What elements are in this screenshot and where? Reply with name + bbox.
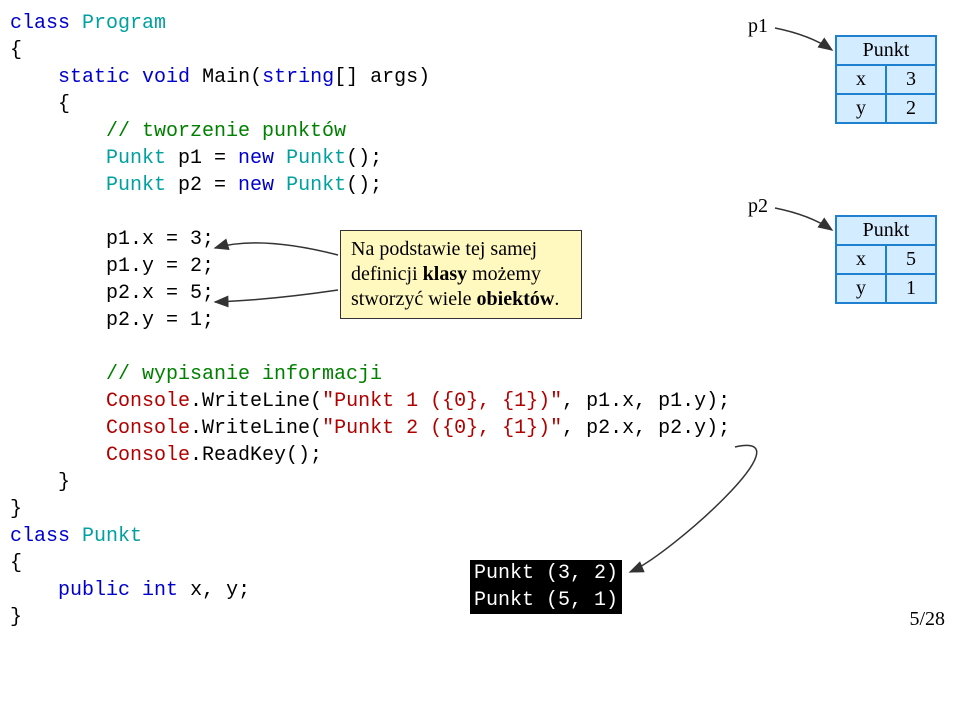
statement: p1.y = 2; [106, 255, 214, 278]
fields: x, y; [178, 579, 250, 602]
field-value: 5 [886, 245, 936, 274]
statement: p2.x = 5; [106, 282, 214, 305]
code-block: class Program { static void Main(string[… [10, 10, 950, 631]
console-output: Punkt (3, 2) Punkt (5, 1) [470, 560, 622, 614]
keyword: public [58, 579, 130, 602]
class-name: Punkt [286, 174, 346, 197]
console-class: Console [106, 390, 190, 413]
statement: p1.x = 3; [106, 228, 214, 251]
field-label: x [836, 65, 886, 94]
class-name: Punkt [106, 174, 166, 197]
object-p1: Punkt x3 y2 [835, 35, 937, 124]
class-name: Program [82, 12, 166, 35]
comment: // wypisanie informacji [106, 363, 382, 386]
page-number: 5/28 [909, 608, 945, 631]
object-title: Punkt [836, 216, 936, 245]
statement: p2.y = 1; [106, 309, 214, 332]
keyword: int [142, 579, 178, 602]
class-name: Punkt [106, 147, 166, 170]
string-literal: "Punkt 2 ({0}, {1})" [322, 417, 562, 440]
field-value: 2 [886, 94, 936, 123]
keyword: string [262, 66, 334, 89]
keyword: new [238, 147, 274, 170]
comment: // tworzenie punktów [106, 120, 346, 143]
class-name: Punkt [82, 525, 142, 548]
method-name: Main [202, 66, 250, 89]
p2-pointer-label: p2 [748, 195, 768, 218]
string-literal: "Punkt 1 ({0}, {1})" [322, 390, 562, 413]
p1-pointer-label: p1 [748, 15, 768, 38]
field-label: y [836, 94, 886, 123]
params: [] args) [334, 66, 430, 89]
console-class: Console [106, 444, 190, 467]
keyword: new [238, 174, 274, 197]
console-line: Punkt (3, 2) [474, 562, 618, 585]
object-title: Punkt [836, 36, 936, 65]
keyword: static [58, 66, 130, 89]
object-p2: Punkt x5 y1 [835, 215, 937, 304]
console-class: Console [106, 417, 190, 440]
field-label: x [836, 245, 886, 274]
class-name: Punkt [286, 147, 346, 170]
field-value: 3 [886, 65, 936, 94]
keyword: class [10, 525, 70, 548]
callout-note: Na podstawie tej samej definicji klasy m… [340, 230, 582, 319]
field-value: 1 [886, 274, 936, 303]
callout-line1: Na podstawie tej samej [351, 238, 537, 260]
keyword: class [10, 12, 70, 35]
console-line: Punkt (5, 1) [474, 589, 618, 612]
keyword: void [142, 66, 190, 89]
field-label: y [836, 274, 886, 303]
